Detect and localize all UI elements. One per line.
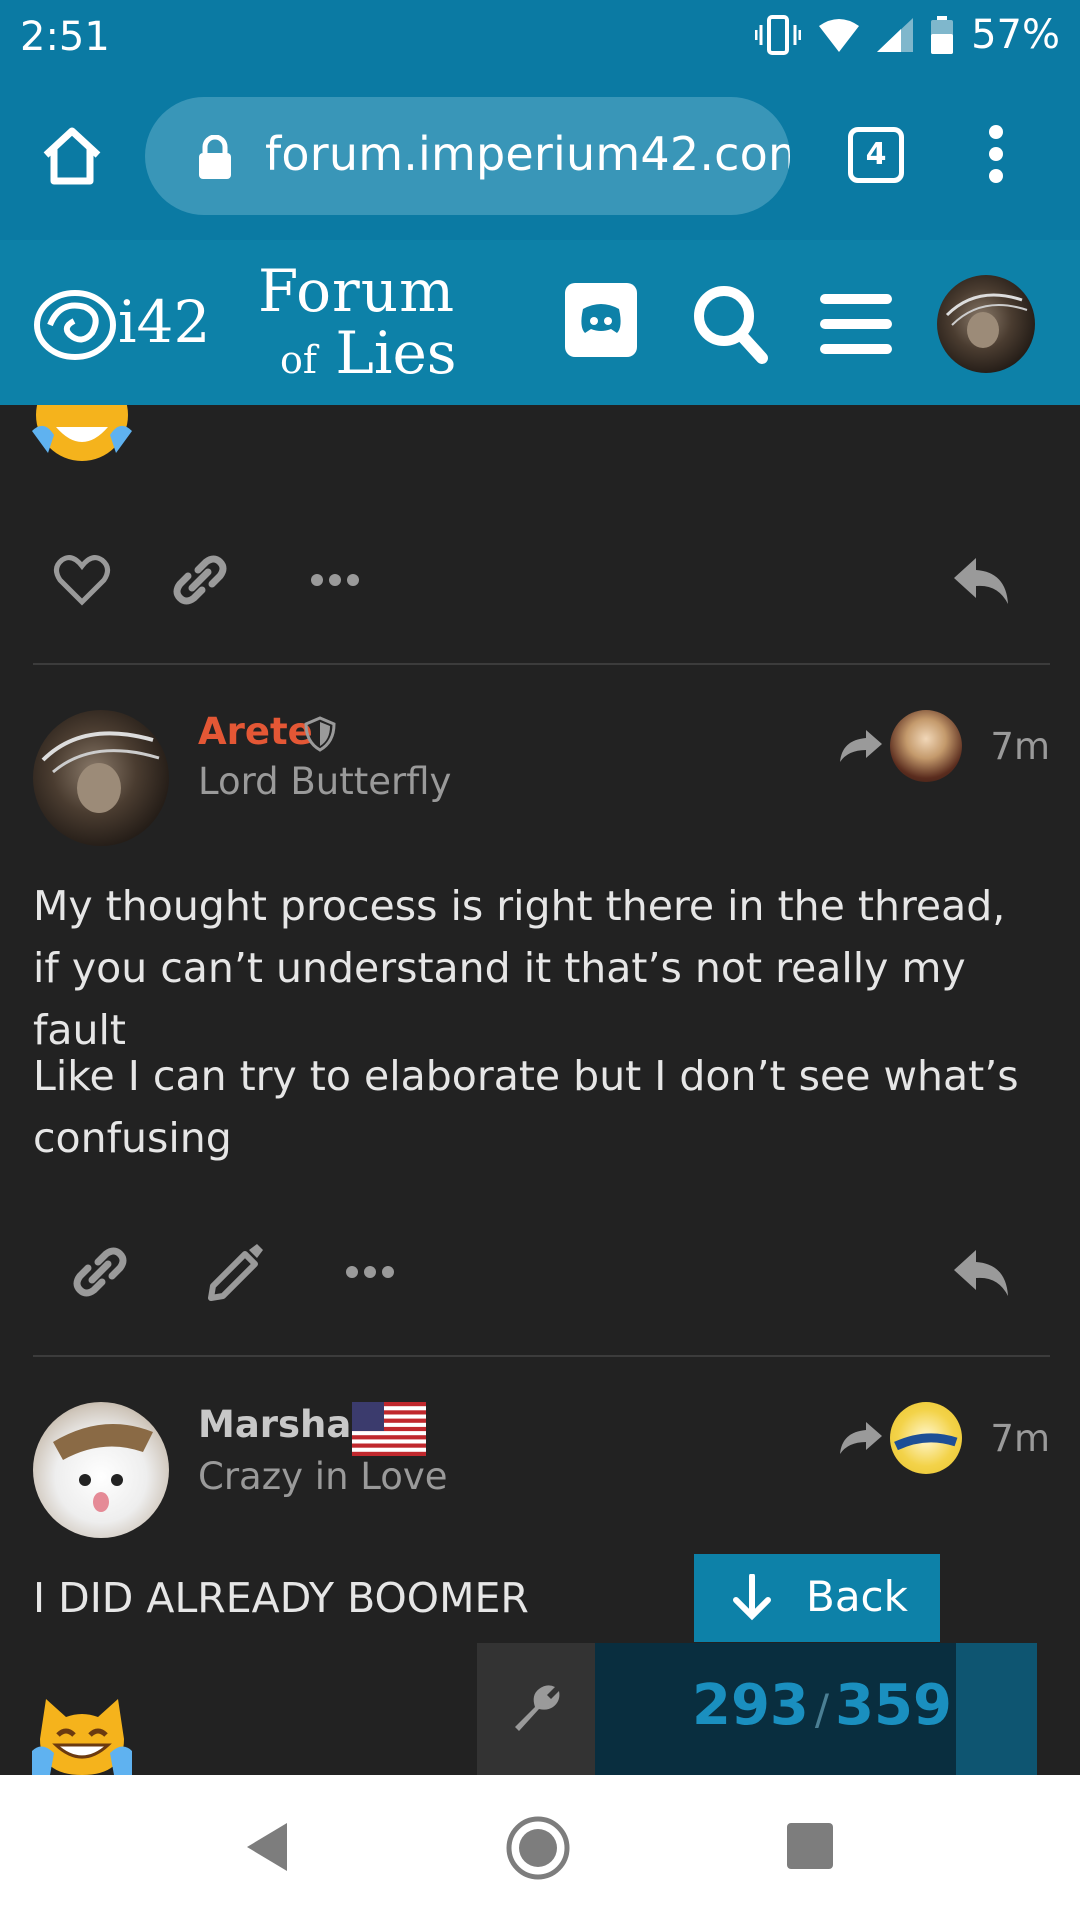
home-icon[interactable] <box>40 125 104 189</box>
lock-icon <box>199 135 231 179</box>
forum-title-of: of <box>280 338 317 382</box>
post-paragraph: My thought process is right there in the… <box>33 882 1006 1054</box>
battery-percent: 57% <box>971 12 1060 58</box>
post-current-number: 293 <box>692 1673 809 1738</box>
post-actions <box>0 1232 1080 1312</box>
signal-icon <box>877 18 914 52</box>
nav-home-icon[interactable] <box>505 1815 571 1881</box>
forum-title-line2: Lies <box>335 319 457 387</box>
post-actions-previous <box>0 540 1080 620</box>
arrow-down-icon <box>733 1574 771 1621</box>
post-username[interactable]: Marshal <box>198 1403 364 1446</box>
admin-wrench-button[interactable] <box>477 1643 595 1775</box>
back-button-label: Back <box>806 1572 908 1621</box>
topic-stream: Arete Lord Butterfly 7m My thought proce… <box>0 405 1080 1775</box>
discord-icon[interactable] <box>565 283 637 357</box>
nav-recents-icon[interactable] <box>787 1823 833 1869</box>
address-bar[interactable]: forum.imperium42.com <box>145 97 790 215</box>
reply-to-arrow-icon[interactable] <box>838 1420 882 1456</box>
post-total-number: 359 <box>835 1673 952 1738</box>
joy-cat-emoji-icon <box>32 405 132 461</box>
edit-pencil-icon[interactable] <box>205 1242 265 1302</box>
vibrate-icon <box>755 15 802 55</box>
i42-logo-icon[interactable] <box>30 285 120 365</box>
post-user-title: Crazy in Love <box>198 1455 448 1498</box>
post-divider <box>33 663 1050 665</box>
status-icons: 57% <box>755 12 1060 58</box>
forum-title[interactable]: Forum of Lies <box>258 262 457 382</box>
wrench-icon <box>515 1685 560 1731</box>
moderator-shield-icon <box>304 716 336 752</box>
status-bar: 2:51 57% <box>0 0 1080 75</box>
more-options-icon[interactable] <box>340 1242 400 1302</box>
browser-menu-icon[interactable] <box>978 119 1014 195</box>
progress-separator: / <box>814 1685 830 1734</box>
logo-text[interactable]: i42 <box>118 288 210 356</box>
reply-to-arrow-icon[interactable] <box>838 728 882 764</box>
forum-title-line1: Forum <box>258 257 456 325</box>
nav-back-icon[interactable] <box>243 1821 291 1873</box>
post-username[interactable]: Arete <box>198 710 313 753</box>
search-icon[interactable] <box>690 280 770 366</box>
us-flag-icon <box>352 1402 426 1456</box>
browser-toolbar: forum.imperium42.com 4 <box>0 75 1080 240</box>
post-paragraph: Like I can try to elaborate but I don’t … <box>33 1052 1019 1162</box>
reply-icon[interactable] <box>952 550 1012 610</box>
like-heart-icon[interactable] <box>52 550 112 610</box>
forum-header: i42 Forum of Lies <box>0 240 1080 405</box>
topic-progress-count: 293/359 <box>692 1673 952 1738</box>
hamburger-menu-icon[interactable] <box>820 294 892 354</box>
post-avatar[interactable] <box>33 710 169 846</box>
reply-icon[interactable] <box>952 1242 1012 1302</box>
battery-icon <box>931 16 954 54</box>
more-options-icon[interactable] <box>305 550 365 610</box>
post-timestamp[interactable]: 7m <box>990 725 1050 768</box>
tab-switcher-button[interactable]: 4 <box>848 127 904 183</box>
status-time: 2:51 <box>20 14 110 60</box>
post-user-title: Lord Butterfly <box>198 760 452 803</box>
post-divider <box>33 1355 1050 1357</box>
post-avatar[interactable] <box>33 1402 169 1538</box>
post-timestamp[interactable]: 7m <box>990 1417 1050 1460</box>
wifi-icon <box>819 19 860 52</box>
back-to-position-button[interactable]: Back <box>694 1554 940 1642</box>
link-icon[interactable] <box>170 550 230 610</box>
url-text: forum.imperium42.com <box>265 127 790 181</box>
android-nav-bar <box>0 1775 1080 1920</box>
link-icon[interactable] <box>70 1242 130 1302</box>
reply-to-avatar[interactable] <box>890 710 962 782</box>
reply-to-avatar[interactable] <box>890 1402 962 1474</box>
topic-progress[interactable]: 293/359 <box>477 1643 1037 1775</box>
joy-cat-emoji-icon <box>32 1699 132 1775</box>
current-user-avatar[interactable] <box>937 275 1035 373</box>
